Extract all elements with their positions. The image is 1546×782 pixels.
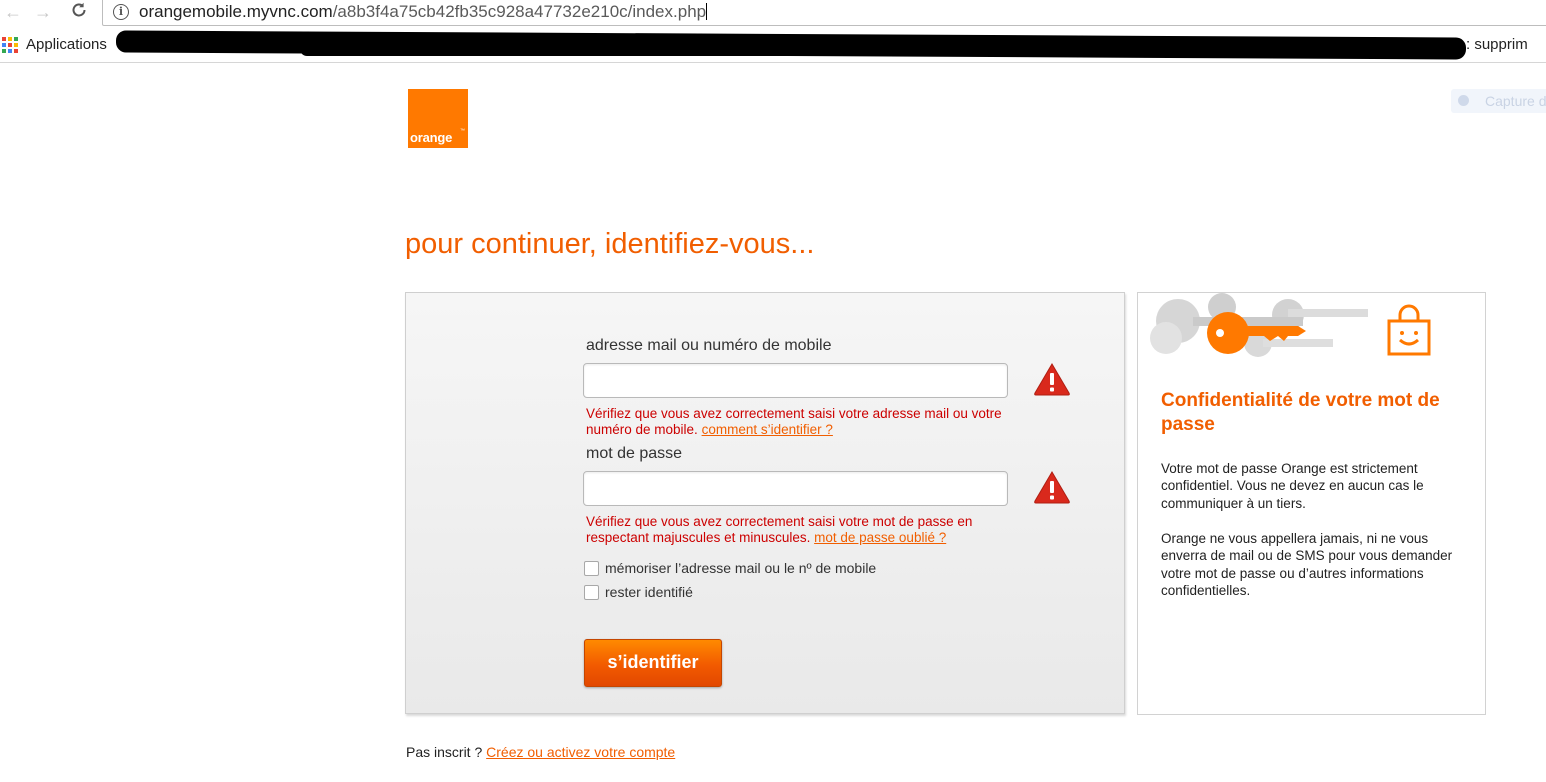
privacy-info-panel: Confidentialité de votre mot de passe Vo… [1137,292,1486,715]
bookmark-partial[interactable]: : supprim [1466,36,1528,53]
privacy-paragraph: Votre mot de passe Orange est strictemen… [1161,461,1424,511]
password-error-message: Vérifiez que vous avez correctement sais… [586,514,1016,546]
text-caret [706,3,708,20]
login-help-link[interactable]: comment s’identifier ? [702,422,833,437]
capture-label: Capture d [1485,93,1546,109]
orange-logo[interactable]: ™ orange [408,89,468,148]
forgot-password-link[interactable]: mot de passe oublié ? [814,530,946,545]
back-arrow-icon[interactable]: ← [4,2,22,22]
warning-icon [1034,363,1070,396]
page-title: pour continuer, identifiez-vous... [405,228,815,260]
browser-toolbar: ← → i orangemobile.myvnc.com/a8b3f4a75cb… [0,0,1546,28]
remember-login-checkbox[interactable] [584,561,599,576]
logo-text: orange [410,130,453,145]
signup-footer: Pas inscrit ? Créez ou activez votre com… [406,744,675,760]
url-domain: orangemobile.myvnc.com [139,2,333,21]
address-bar[interactable]: i orangemobile.myvnc.com/a8b3f4a75cb42fb… [102,0,1546,26]
keys-illustration-icon [1150,293,1368,357]
capture-icon [1458,95,1469,106]
url-text[interactable]: orangemobile.myvnc.com/a8b3f4a75cb42fb35… [139,2,708,22]
login-error-message: Vérifiez que vous avez correctement sais… [586,406,1016,438]
privacy-title: Confidentialité de votre mot de passe [1161,390,1440,435]
signup-prompt: Pas inscrit ? [406,744,483,760]
privacy-paragraph: Orange ne vous appellera jamais, ni ne v… [1161,531,1453,598]
bookmarks-bar: Applications : supprim [0,28,1546,63]
stay-signed-in-checkbox[interactable] [584,585,599,600]
login-field-label: adresse mail ou numéro de mobile [586,337,832,354]
shopping-bag-smiley-icon [1387,304,1431,356]
password-field-label: mot de passe [586,445,683,462]
bookmark-applications[interactable]: Applications [26,36,107,53]
stay-signed-in-label[interactable]: rester identifié [605,584,693,600]
create-account-link[interactable]: Créez ou activez votre compte [486,744,675,760]
site-info-icon[interactable]: i [113,4,129,20]
warning-icon [1034,471,1070,504]
login-form-panel: adresse mail ou numéro de mobile Vérifie… [405,292,1125,714]
logo-trademark: ™ [460,128,465,134]
capture-extension-button[interactable]: Capture d [1451,89,1546,113]
login-input[interactable] [583,363,1008,398]
redaction-mark [300,42,1400,56]
sign-in-button[interactable]: s’identifier [584,639,722,687]
remember-login-label[interactable]: mémoriser l’adresse mail ou le nº de mob… [605,560,876,576]
url-path: /a8b3f4a75cb42fb35c928a47732e210c/index.… [332,2,707,21]
apps-grid-icon[interactable] [2,37,18,53]
reload-icon[interactable] [70,1,88,23]
forward-arrow-icon[interactable]: → [34,2,52,22]
password-input[interactable] [583,471,1008,506]
